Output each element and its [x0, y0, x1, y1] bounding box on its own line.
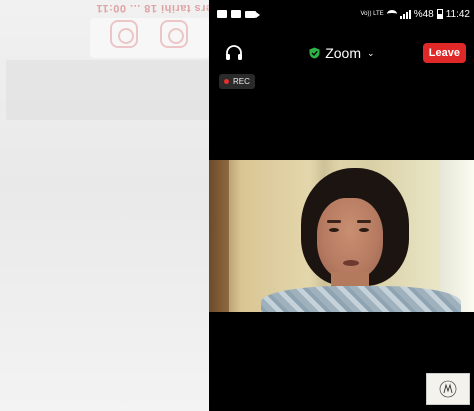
participant-video[interactable]: [209, 160, 474, 312]
meeting-title-dropdown[interactable]: Zoom ⌄: [309, 45, 375, 61]
participant-shirt: [261, 286, 461, 312]
background-button-icon: [160, 20, 188, 48]
shield-check-icon: [309, 47, 320, 59]
participant-mouth: [343, 260, 359, 266]
participant-brow: [357, 220, 371, 223]
background-panel: [6, 60, 209, 120]
participant-face: [317, 198, 383, 280]
participant-eye: [329, 228, 339, 232]
leave-button[interactable]: Leave: [422, 43, 466, 63]
video-background-window: [440, 160, 474, 312]
recording-label: REC: [233, 77, 250, 86]
meeting-title: Zoom: [325, 45, 362, 61]
battery-icon: [436, 9, 443, 19]
background-card: [90, 18, 209, 58]
volte-indicator: Vo)) LTE: [360, 11, 384, 17]
video-background-door: [209, 160, 229, 312]
video-notification-icon: [245, 10, 260, 18]
image-notification-icon: [231, 10, 241, 18]
participant-eye: [359, 228, 369, 232]
status-bar: Vo)) LTE %48 11:42: [209, 0, 474, 28]
self-view-thumbnail[interactable]: [426, 373, 470, 405]
logo-icon: [439, 380, 457, 398]
background-area: Ders tarihi 18 ... 00:11: [0, 0, 209, 411]
gallery-notification-icon: [217, 10, 227, 18]
zoom-meeting-screen: Vo)) LTE %48 11:42 Zoom ⌄ Leave REC: [209, 0, 474, 411]
audio-button[interactable]: [223, 42, 245, 64]
meeting-toolbar: Zoom ⌄ Leave: [209, 36, 474, 70]
chevron-down-icon: ⌄: [367, 47, 375, 58]
participant-brow: [327, 220, 341, 223]
background-button-icon: [110, 20, 138, 48]
recording-indicator: REC: [219, 74, 255, 89]
record-dot-icon: [224, 79, 229, 84]
battery-percent: %48: [413, 8, 434, 20]
headphones-icon: [226, 45, 242, 60]
signal-icon: [399, 9, 411, 19]
background-mirrored-text: Ders tarihi 18 ... 00:11: [96, 2, 209, 14]
wifi-icon: [386, 10, 397, 18]
clock: 11:42: [445, 8, 470, 20]
